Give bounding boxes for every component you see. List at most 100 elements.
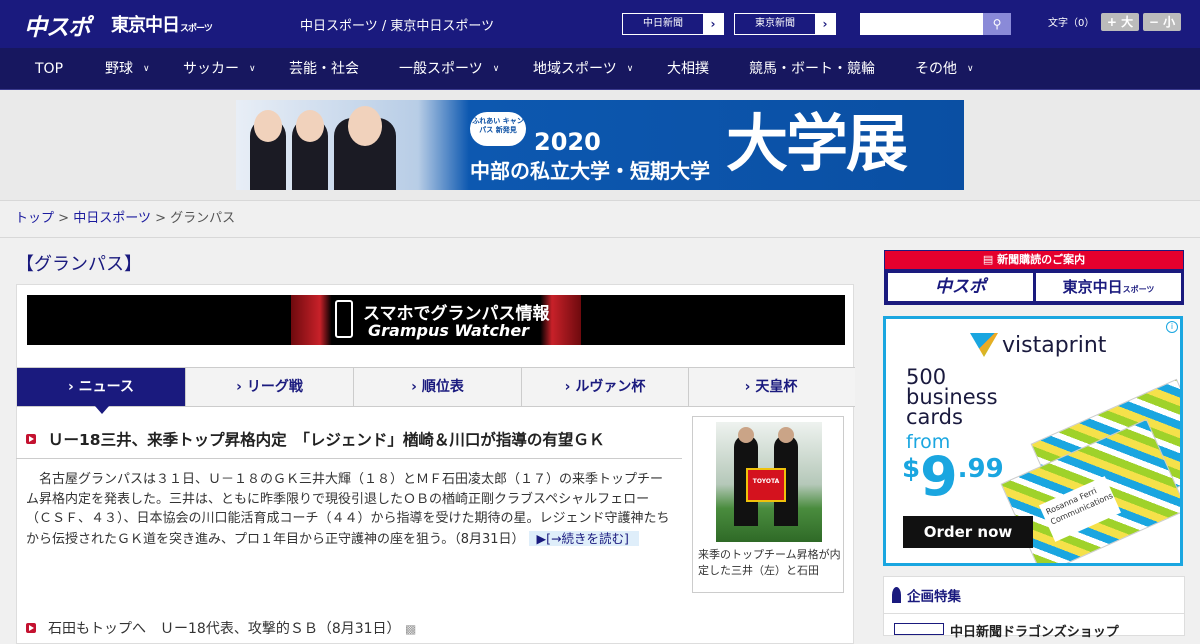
chuspo-logo[interactable]: 中スポ (24, 8, 91, 42)
smartphone-icon (335, 300, 353, 338)
tab-label: 順位表 (421, 379, 464, 395)
tokyo-link-label: 東京新聞 (755, 18, 795, 29)
nav-label: 一般スポーツ (399, 61, 483, 77)
nav-local-sports[interactable]: 地域スポーツ ∨ (533, 48, 633, 90)
tab-prefix: › (236, 379, 242, 395)
main-nav: TOP 野球 ∨ サッカー ∨ 芸能・社会 一般スポーツ ∨ 地域スポーツ ∨ 大相撲 … (0, 48, 1200, 90)
nav-general-sports[interactable]: 一般スポーツ ∨ (399, 48, 499, 90)
tab-levain-cup[interactable]: › ルヴァン杯 (521, 368, 688, 406)
article-headline[interactable]: Ｕー18三井、来季トップ昇格内定 「レジェンド」楢崎＆川口が指導の有望ＧＫ (48, 428, 604, 450)
font-larger-button[interactable]: + 大 (1101, 13, 1139, 31)
price-cents: .99 (957, 454, 1004, 484)
nav-top[interactable]: TOP (35, 48, 63, 90)
nav-entertainment[interactable]: 芸能・社会 (289, 48, 359, 90)
list-item-text: 石田もトップへ Ｕー18代表、攻撃的ＳＢ（8月31日） (48, 621, 401, 637)
tokyo-logo-sub: スポーツ (180, 24, 213, 34)
tab-label: リーグ戦 (246, 379, 303, 395)
ad-face (348, 106, 382, 146)
read-more-link[interactable]: ▶[→続きを読む] (528, 530, 639, 546)
grampus-watcher-banner[interactable]: スマホでグランパス情報 Grampus Watcher (27, 295, 845, 345)
chevron-down-icon: ∨ (143, 64, 150, 74)
tab-label: ニュース (78, 379, 134, 395)
nav-label: 大相撲 (667, 61, 709, 77)
font-size-label: 文字（0） (1048, 18, 1095, 29)
ad-headline: 500 business cards (906, 365, 998, 429)
headline-divider (16, 458, 682, 459)
breadcrumb-sep: > (58, 211, 70, 226)
tab-prefix: › (411, 379, 417, 395)
price-dollar: $ (902, 454, 921, 484)
nav-label: 競馬・ボート・競輪 (749, 61, 875, 77)
feature-box: 企画特集 中日新聞ドラゴンズショップ (883, 576, 1185, 640)
chunichi-shimbun-link[interactable]: 中日新聞 › (622, 13, 724, 35)
search-icon: ⚲ (992, 17, 1002, 31)
nav-label: 野球 (105, 61, 133, 77)
feature-thumb (894, 623, 944, 635)
chevron-right-icon: › (815, 14, 835, 34)
breadcrumb-sep: > (155, 211, 166, 226)
ad-face (296, 110, 324, 142)
tab-news[interactable]: › ニュース (17, 368, 185, 414)
search-button[interactable]: ⚲ (983, 13, 1011, 35)
chunichi-link-label: 中日新聞 (643, 18, 683, 29)
nav-soccer[interactable]: サッカー ∨ (183, 48, 256, 90)
tab-league[interactable]: › リーグ戦 (185, 368, 353, 406)
university-fair-banner-ad[interactable]: ふれあい キャンパス 新発見 2020 中部の私立大学・短期大学 大学展 (236, 100, 964, 190)
breadcrumb-current: グランパス (170, 211, 236, 226)
nav-label: サッカー (183, 61, 239, 77)
feature-heading: 企画特集 (892, 585, 961, 605)
ad-badge: ふれあい キャンパス 新発見 (470, 112, 526, 146)
breadcrumb-top[interactable]: トップ (15, 211, 54, 226)
nav-label: その他 (915, 61, 957, 77)
ad-info-icon[interactable]: i (1166, 321, 1178, 333)
order-now-button[interactable]: Order now (903, 516, 1033, 548)
nav-label: 芸能・社会 (289, 61, 359, 77)
subscription-title: ▤ 新聞購読のご案内 (885, 251, 1183, 269)
feature-item[interactable]: 中日新聞ドラゴンズショップ (950, 621, 1119, 640)
chevron-down-icon: ∨ (249, 64, 256, 74)
nav-other[interactable]: その他 ∨ (915, 48, 974, 90)
tokyo-shimbun-link[interactable]: 東京新聞 › (734, 13, 836, 35)
nav-racing[interactable]: 競馬・ボート・競輪 (749, 48, 875, 90)
nav-baseball[interactable]: 野球 ∨ (105, 48, 150, 90)
breadcrumb-chunichi[interactable]: 中日スポーツ (73, 211, 151, 226)
subscription-title-text: 新聞購読のご案内 (997, 253, 1086, 266)
site-header: 中スポ 東京中日スポーツ 中日スポーツ / 東京中日スポーツ 中日新聞 › 東京新… (0, 0, 1200, 48)
ad-headline: 大学展 (726, 107, 908, 180)
grampus-banner-line2: Grampus Watcher (368, 321, 530, 340)
tab-prefix: › (564, 379, 571, 395)
tab-bar: › ニュース › リーグ戦 › 順位表 › ルヴァン杯 › 天皇杯 (17, 367, 855, 414)
article-list-item[interactable]: 石田もトップへ Ｕー18代表、攻撃的ＳＢ（8月31日） ▩ (48, 618, 416, 638)
tab-prefix: › (744, 379, 751, 395)
tokyo-chunichi-logo[interactable]: 東京中日スポーツ (111, 11, 213, 37)
photo-caption: 来季のトップチーム昇格が内定した三井（左）と石田 (698, 548, 841, 577)
players-photo: TOYOTA (716, 422, 822, 542)
tab-label: 天皇杯 (755, 379, 798, 395)
page-title: 【グランパス】 (16, 254, 142, 275)
tokyo-logo-text: 東京中日 (111, 15, 180, 36)
article-bullet-icon (26, 434, 36, 444)
player-face (778, 427, 794, 443)
feature-title: 企画特集 (907, 589, 961, 605)
newspaper-icon: ▤ (982, 253, 994, 266)
nav-sumo[interactable]: 大相撲 (667, 48, 709, 90)
vistaprint-ad[interactable]: i vistaprint 500 business cards from $9.… (883, 316, 1183, 566)
ad-year: 2020 (534, 128, 601, 156)
nav-label: TOP (35, 61, 64, 77)
chevron-right-icon: › (703, 14, 723, 34)
tab-standings[interactable]: › 順位表 (353, 368, 521, 406)
player-face (738, 427, 754, 443)
vistaprint-brand: vistaprint (1002, 333, 1107, 358)
vistaprint-logo-icon (970, 333, 998, 357)
subscribe-chuspo-link[interactable]: 中スポ (888, 273, 1033, 301)
article-bullet-icon (26, 623, 36, 633)
article-photo[interactable]: TOYOTA 来季のトップチーム昇格が内定した三井（左）と石田 (692, 416, 844, 593)
breadcrumb: トップ > 中日スポーツ > グランパス (0, 200, 1200, 238)
shirt-text: TOYOTA (752, 478, 780, 485)
subscribe-tokyo-link[interactable]: 東京中日スポーツ (1036, 273, 1181, 301)
font-smaller-button[interactable]: − 小 (1143, 13, 1181, 31)
tab-emperors-cup[interactable]: › 天皇杯 (688, 368, 853, 406)
search-input[interactable] (860, 13, 984, 35)
chevron-down-icon: ∨ (626, 64, 634, 74)
site-name: 中日スポーツ / 東京中日スポーツ (300, 19, 495, 34)
